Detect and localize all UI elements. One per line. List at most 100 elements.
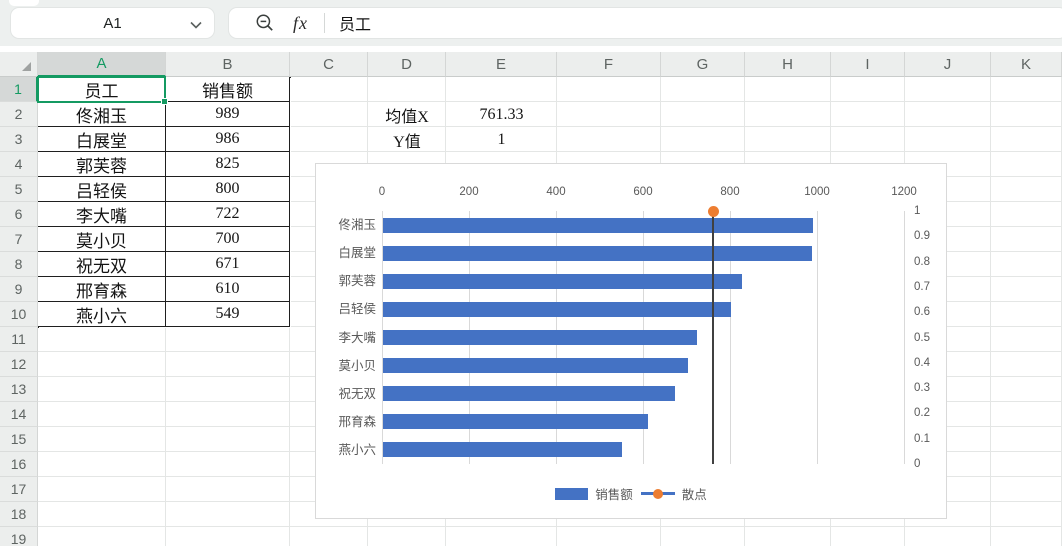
- row-header-2[interactable]: 2: [0, 102, 38, 127]
- row-header-3[interactable]: 3: [0, 127, 38, 152]
- row-header-6[interactable]: 6: [0, 202, 38, 227]
- formula-input[interactable]: 员工: [339, 11, 371, 35]
- cell-B1[interactable]: 销售额: [166, 77, 290, 102]
- cell-B8[interactable]: 671: [166, 252, 290, 277]
- cell-A3[interactable]: 白展堂: [38, 127, 166, 152]
- row-header-9[interactable]: 9: [0, 277, 38, 302]
- cell-A5[interactable]: 吕轻侯: [38, 177, 166, 202]
- cell-E2[interactable]: 761.33: [446, 102, 557, 127]
- legend-dot: [653, 489, 663, 499]
- formula-bar[interactable]: fx 员工: [228, 7, 1062, 39]
- chart-category-label: 吕轻侯: [316, 301, 376, 317]
- chart-x-axis-tick-label: 800: [700, 186, 760, 200]
- column-header-E[interactable]: E: [446, 52, 557, 77]
- column-header-C[interactable]: C: [290, 52, 368, 77]
- formula-bar-divider: [324, 13, 325, 33]
- chart-y2-axis-tick-label: 0.2: [914, 406, 930, 420]
- chart-bar[interactable]: [383, 330, 697, 345]
- cell-A8[interactable]: 祝无双: [38, 252, 166, 277]
- row-header-10[interactable]: 10: [0, 302, 38, 327]
- chart-y2-axis-tick-label: 0.4: [914, 356, 930, 370]
- legend-line-marker-icon: [641, 488, 675, 500]
- chart-bar[interactable]: [383, 358, 688, 373]
- column-header-D[interactable]: D: [368, 52, 446, 77]
- chart-x-axis-tick-label: 200: [439, 186, 499, 200]
- chart-category-label: 祝无双: [316, 386, 376, 402]
- column-header-A[interactable]: A: [38, 52, 166, 77]
- row-header-1[interactable]: 1: [0, 77, 38, 102]
- row-header-8[interactable]: 8: [0, 252, 38, 277]
- chart-gridline: [904, 211, 905, 464]
- row-header-15[interactable]: 15: [0, 427, 38, 452]
- cell-B2[interactable]: 989: [166, 102, 290, 127]
- legend-item-scatter[interactable]: 散点: [641, 484, 707, 503]
- column-header-B[interactable]: B: [166, 52, 290, 77]
- cell-D3[interactable]: Y值: [368, 127, 446, 152]
- cell-A7[interactable]: 莫小贝: [38, 227, 166, 252]
- chevron-down-icon[interactable]: [190, 21, 202, 29]
- row-header-13[interactable]: 13: [0, 377, 38, 402]
- chart-bar[interactable]: [383, 218, 813, 233]
- row-header-19[interactable]: 19: [0, 527, 38, 546]
- cell-A2[interactable]: 佟湘玉: [38, 102, 166, 127]
- chart-category-label: 佟湘玉: [316, 217, 376, 233]
- cell-B6[interactable]: 722: [166, 202, 290, 227]
- cell-B5[interactable]: 800: [166, 177, 290, 202]
- cell-A10[interactable]: 燕小六: [38, 302, 166, 327]
- column-header-I[interactable]: I: [831, 52, 905, 77]
- column-header-H[interactable]: H: [745, 52, 831, 77]
- chart-y2-axis-tick-label: 0.7: [914, 280, 930, 294]
- formula-toolbar: A1 fx 员工: [0, 0, 1062, 46]
- chart-bar[interactable]: [383, 246, 812, 261]
- cell-B3[interactable]: 986: [166, 127, 290, 152]
- chart-bar[interactable]: [383, 386, 675, 401]
- insert-function-icon[interactable]: fx: [293, 13, 308, 34]
- cell-E3[interactable]: 1: [446, 127, 557, 152]
- chart-y2-axis-tick-label: 0: [914, 457, 920, 471]
- row-header-11[interactable]: 11: [0, 327, 38, 352]
- chart-bar[interactable]: [383, 414, 648, 429]
- row-header-17[interactable]: 17: [0, 477, 38, 502]
- cell-A4[interactable]: 郭芙蓉: [38, 152, 166, 177]
- cell-D2[interactable]: 均值X: [368, 102, 446, 127]
- row-header-5[interactable]: 5: [0, 177, 38, 202]
- row-header-7[interactable]: 7: [0, 227, 38, 252]
- row-header-14[interactable]: 14: [0, 402, 38, 427]
- chart-x-axis-tick-label: 1000: [787, 186, 847, 200]
- cell-B7[interactable]: 700: [166, 227, 290, 252]
- chart-category-label: 李大嘴: [316, 330, 376, 346]
- employee-table: 员工销售额佟湘玉989白展堂986郭芙蓉825吕轻侯800李大嘴722莫小贝70…: [38, 77, 291, 328]
- zoom-out-icon[interactable]: [255, 13, 275, 33]
- select-all-corner[interactable]: [0, 52, 38, 77]
- scatter-marker[interactable]: [708, 206, 719, 217]
- cell-A6[interactable]: 李大嘴: [38, 202, 166, 227]
- column-header-F[interactable]: F: [557, 52, 661, 77]
- chart-y2-axis-tick-label: 0.9: [914, 229, 930, 243]
- name-box[interactable]: A1: [10, 7, 215, 39]
- column-header-J[interactable]: J: [905, 52, 991, 77]
- legend-label-sales: 销售额: [595, 484, 633, 503]
- column-header-K[interactable]: K: [991, 52, 1062, 77]
- toolbar-fragment: [9, 0, 39, 6]
- chart-y2-axis-tick-label: 0.3: [914, 381, 930, 395]
- cell-B10[interactable]: 549: [166, 302, 290, 327]
- row-header-18[interactable]: 18: [0, 502, 38, 527]
- cell-B4[interactable]: 825: [166, 152, 290, 177]
- legend-item-sales[interactable]: 销售额: [555, 484, 633, 503]
- chart-x-axis-tick-label: 0: [352, 186, 412, 200]
- cell-B9[interactable]: 610: [166, 277, 290, 302]
- chart-category-label: 燕小六: [316, 442, 376, 458]
- row-header-16[interactable]: 16: [0, 452, 38, 477]
- row-header-4[interactable]: 4: [0, 152, 38, 177]
- cell-A9[interactable]: 邢育森: [38, 277, 166, 302]
- chart-category-label: 莫小贝: [316, 358, 376, 374]
- chart-x-axis-tick-label: 1200: [874, 186, 934, 200]
- row-header-12[interactable]: 12: [0, 352, 38, 377]
- chart-bar[interactable]: [383, 442, 622, 457]
- cell-A1[interactable]: 员工: [38, 77, 166, 102]
- chart-bar[interactable]: [383, 302, 731, 317]
- chart-y2-axis-tick-label: 0.1: [914, 432, 930, 446]
- sales-bar-chart[interactable]: 020040060080010001200佟湘玉白展堂郭芙蓉吕轻侯李大嘴莫小贝祝…: [315, 163, 947, 519]
- chart-bar[interactable]: [383, 274, 742, 289]
- column-header-G[interactable]: G: [661, 52, 745, 77]
